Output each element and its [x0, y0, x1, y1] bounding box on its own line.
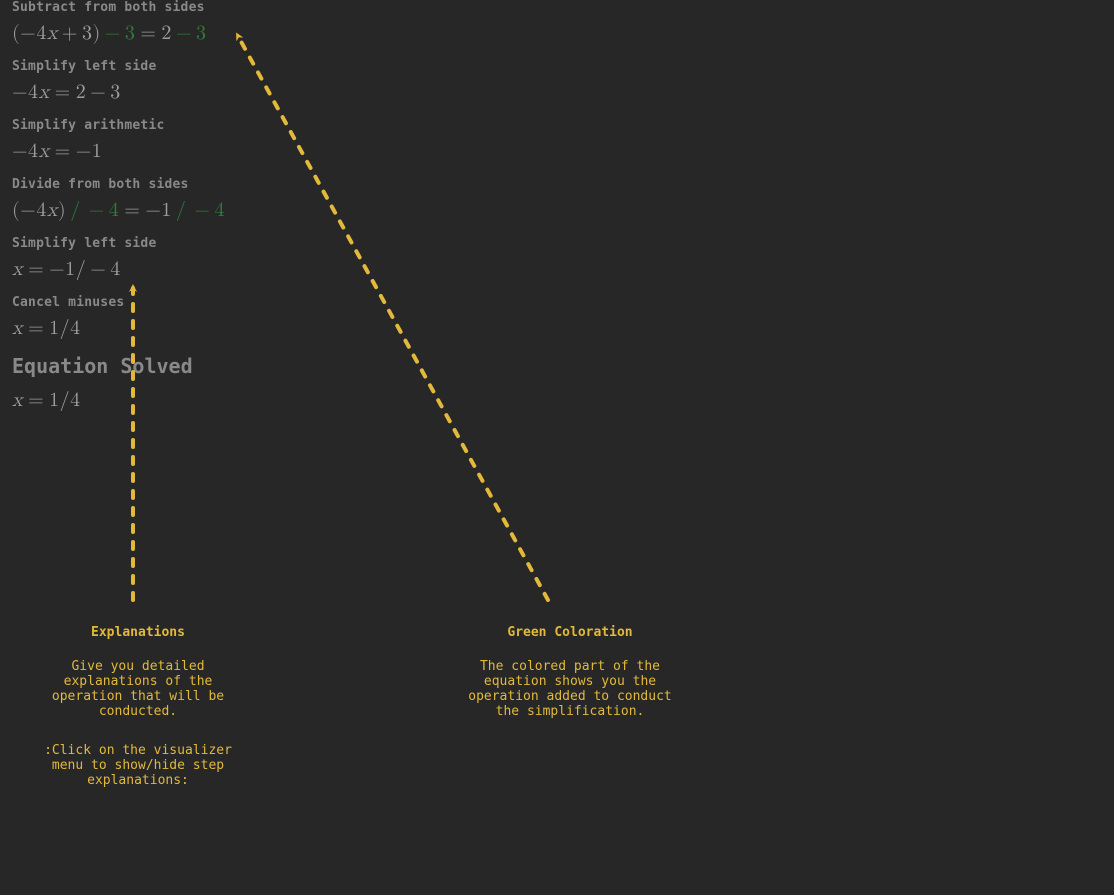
step-label: Divide from both sides [12, 177, 412, 192]
annotation-explanations: Explanations Give you detailed explanati… [18, 625, 258, 789]
annotation-body: The colored part of the equation shows y… [450, 660, 690, 720]
step-label: Simplify arithmetic [12, 118, 412, 133]
step-equation: −4x=−1 [12, 139, 412, 163]
step-equation: (−4x+3)−3=2−3 [12, 21, 412, 45]
step-equation: (−4x)/−4=−1/−4 [12, 198, 412, 222]
step-equation: x=1/4 [12, 316, 412, 340]
step-label: Simplify left side [12, 59, 412, 74]
step-label: Cancel minuses [12, 295, 412, 310]
step-equation: x=−1/−4 [12, 257, 412, 281]
annotation-green-coloration: Green Coloration The colored part of the… [450, 625, 690, 720]
step-label: Subtract from both sides [12, 0, 412, 15]
annotation-title: Green Coloration [450, 625, 690, 640]
step-label: Simplify left side [12, 236, 412, 251]
step-equation: −4x=2−3 [12, 80, 412, 104]
annotation-body: Give you detailed explanations of the op… [18, 660, 258, 720]
equation-solved-value: x=1/4 [12, 388, 412, 412]
solution-steps: Subtract from both sides (−4x+3)−3=2−3 Sim… [12, 0, 412, 426]
annotation-title: Explanations [18, 625, 258, 640]
annotation-body-extra: :Click on the visualizer menu to show/hi… [18, 744, 258, 789]
equation-solved-label: Equation Solved [12, 354, 412, 378]
